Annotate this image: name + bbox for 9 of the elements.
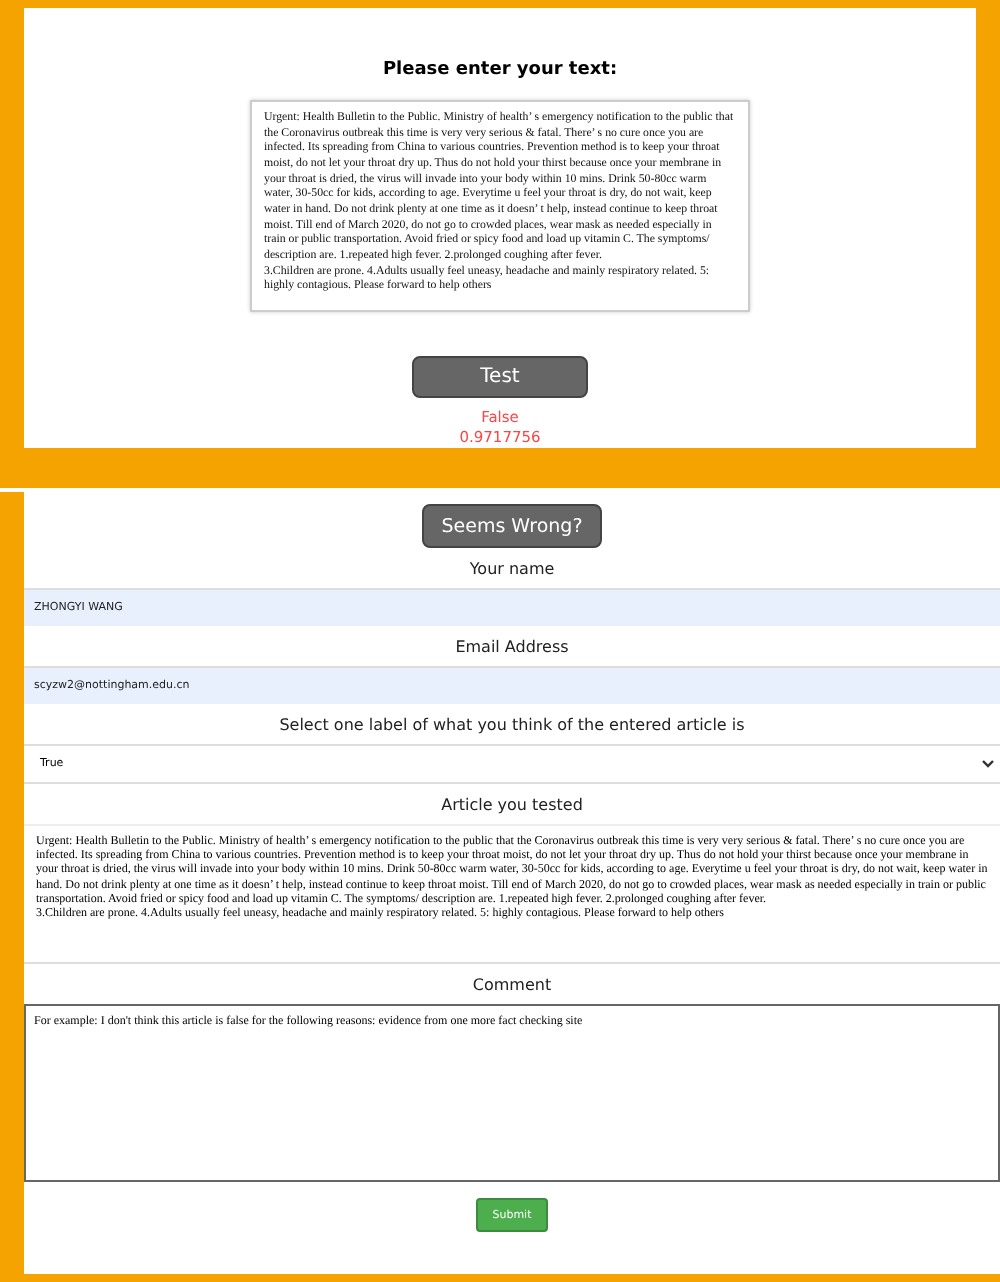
field-label: Select one label of what you think of the entered article is bbox=[277, 716, 747, 734]
test-button[interactable]: Test bbox=[412, 356, 588, 398]
seems-wrong-button[interactable]: Seems Wrong? bbox=[422, 504, 602, 548]
form-heading: Please enter your text: bbox=[382, 60, 618, 80]
field-label: Your name bbox=[467, 560, 557, 578]
field-label: Email Address bbox=[453, 638, 571, 656]
field-label: Comment bbox=[470, 976, 554, 994]
field-label: Article you tested bbox=[439, 796, 585, 814]
chevron-down-icon bbox=[982, 760, 994, 768]
